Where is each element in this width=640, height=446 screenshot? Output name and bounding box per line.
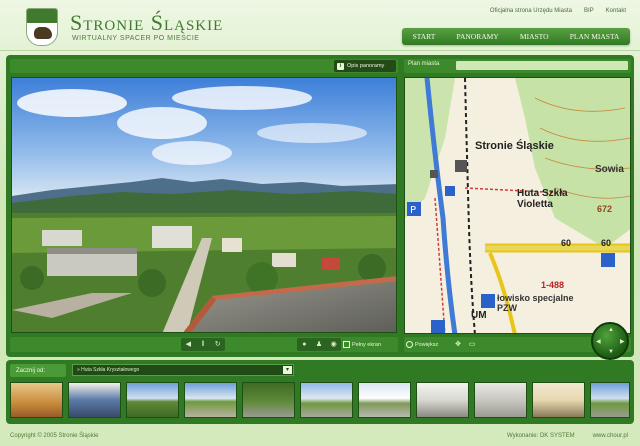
thumbnail-10[interactable]: [532, 382, 585, 418]
globe-icon[interactable]: ●: [300, 340, 309, 349]
city-map[interactable]: P Stronie Śląskie Huta Szkła Violetta ło…: [404, 77, 631, 334]
panorama-viewer[interactable]: [11, 77, 397, 333]
full-screen-label: Pełny ekran: [352, 341, 382, 348]
footer-credits: Wykonanie: DK SYSTEM www.chour.pl: [507, 433, 628, 439]
coat-of-arms-logo[interactable]: [26, 8, 58, 46]
location-dropdown-value: » Huta Szkła Kryształowego: [77, 367, 140, 373]
link-contact[interactable]: Kontakt: [606, 8, 626, 14]
link-city-office[interactable]: Oficjalna strona Urzędu Miasta: [490, 8, 572, 14]
thumbnail-11[interactable]: [590, 382, 630, 418]
site-title: Stronie Śląskie: [70, 10, 224, 35]
site-subtitle: WIRTUALNY SPACER PO MIEŚCIE: [72, 35, 200, 42]
map-label-elevation-2: 60: [561, 238, 572, 248]
panorama-info-button[interactable]: i Opis panoramy: [334, 60, 396, 72]
arrow-left-icon[interactable]: ◀: [596, 338, 601, 345]
map-label-elevation-1: 672: [597, 204, 613, 214]
link-bip[interactable]: BIP: [584, 8, 594, 14]
map-label-town: Stronie Śląskie: [475, 140, 554, 152]
map-label-road: 1-488: [541, 280, 565, 290]
info-icon: i: [337, 62, 344, 70]
arrow-down-icon[interactable]: ▼: [608, 349, 614, 355]
full-screen-button[interactable]: Pełny ekran: [343, 339, 395, 350]
header-divider: [0, 50, 640, 51]
map-title: Plan miasta: [408, 61, 440, 67]
map-pan-icon[interactable]: ✥: [452, 339, 464, 350]
thumbnail-6[interactable]: [300, 382, 353, 418]
panorama-info-label: Opis panoramy: [347, 63, 385, 69]
svg-text:P: P: [410, 205, 416, 216]
playback-controls: ◀ ‖ ↻: [181, 338, 225, 351]
full-screen-icon: [343, 341, 350, 348]
person-icon[interactable]: ♟: [314, 340, 323, 349]
main-nav: START PANORAMY MIASTO PLAN MIASTA: [402, 28, 630, 45]
pause-icon[interactable]: ‖: [198, 340, 207, 349]
thumbnail-9[interactable]: [474, 382, 527, 418]
sound-icon[interactable]: ◉: [329, 340, 338, 349]
rotate-right-icon[interactable]: ↻: [213, 340, 222, 349]
thumbnail-4[interactable]: [184, 382, 237, 418]
footer-url-link[interactable]: www.chour.pl: [593, 433, 628, 439]
map-window-icon[interactable]: ▭: [466, 339, 478, 350]
thumbnail-8[interactable]: [416, 382, 469, 418]
thumbnail-1[interactable]: [10, 382, 63, 418]
thumbnail-7[interactable]: [358, 382, 411, 418]
chevron-down-icon: ▾: [283, 366, 292, 374]
map-label-elevation-3: 60: [601, 238, 612, 248]
view-controls: ● ♟ ◉: [297, 338, 341, 351]
nav-start[interactable]: START: [413, 32, 436, 41]
panorama-image: [12, 78, 396, 332]
arrow-up-icon[interactable]: ▲: [608, 327, 614, 333]
start-from-label: Zacznij od:: [10, 364, 66, 377]
map-enlarge-button[interactable]: Powiększ: [406, 339, 450, 350]
navigation-compass[interactable]: ▲ ▼ ◀ ▶: [591, 322, 629, 360]
footer-copyright: Copyright © 2005 Stronie Śląskie: [10, 433, 99, 439]
top-links: Oficjalna strona Urzędu Miasta BIP Konta…: [490, 8, 626, 14]
footer-author-link[interactable]: Wykonanie: DK SYSTEM: [507, 433, 575, 439]
map-label-peak: Sowia: [595, 164, 624, 175]
thumbnail-5[interactable]: [242, 382, 295, 418]
thumbnail-3[interactable]: [126, 382, 179, 418]
nav-panoramy[interactable]: PANORAMY: [456, 32, 498, 41]
arrow-right-icon[interactable]: ▶: [620, 338, 625, 345]
map-search-field[interactable]: [456, 61, 628, 70]
nav-plan-miasta[interactable]: PLAN MIASTA: [570, 32, 620, 41]
map-label-fishery: łowisko specjalne PZW: [497, 293, 574, 313]
thumbnail-strip: [10, 382, 630, 418]
map-label-um: UM: [471, 310, 487, 321]
thumbnail-2[interactable]: [68, 382, 121, 418]
map-enlarge-label: Powiększ: [415, 341, 439, 348]
nav-miasto[interactable]: MIASTO: [520, 32, 549, 41]
location-dropdown[interactable]: » Huta Szkła Kryształowego ▾: [72, 364, 294, 376]
magnifier-icon: [406, 341, 413, 348]
map-label-glassworks: Huta Szkła Violetta: [517, 188, 568, 210]
rotate-left-icon[interactable]: ◀: [184, 340, 193, 349]
